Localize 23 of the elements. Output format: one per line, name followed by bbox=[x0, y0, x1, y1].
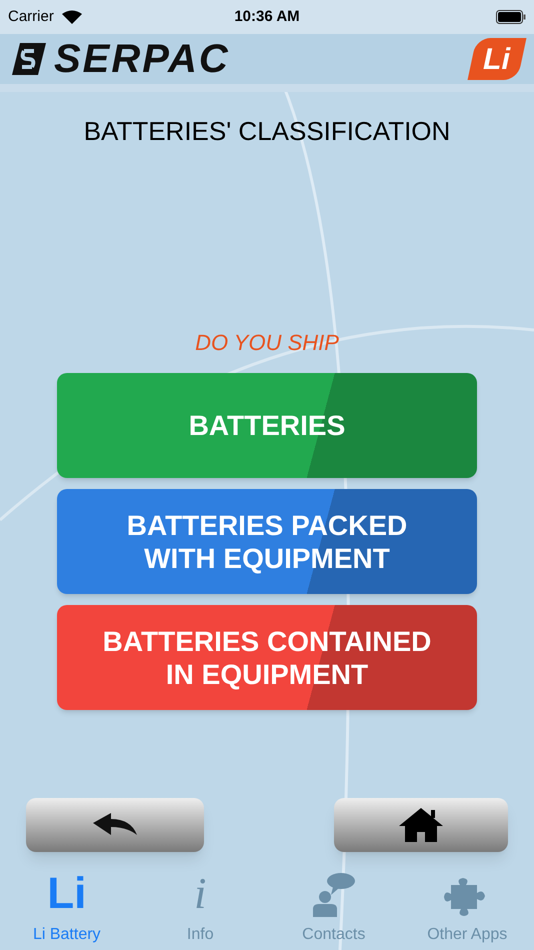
home-button[interactable] bbox=[334, 798, 508, 852]
li-badge: Li bbox=[468, 38, 526, 80]
category-button[interactable]: BATTERIES bbox=[57, 373, 477, 478]
tab-glyph-icon: i bbox=[194, 871, 206, 917]
home-icon bbox=[399, 808, 443, 842]
person-speech-icon bbox=[310, 871, 357, 917]
tab-item[interactable]: Other Apps bbox=[400, 870, 534, 950]
back-button[interactable] bbox=[26, 798, 204, 852]
tab-item[interactable]: Contacts bbox=[267, 870, 400, 950]
page-title: BATTERIES' CLASSIFICATION bbox=[82, 115, 452, 148]
question-label: DO YOU SHIP bbox=[194, 329, 340, 357]
battery-icon bbox=[496, 10, 526, 24]
status-time: 10:36 AM bbox=[234, 6, 300, 27]
back-arrow-icon bbox=[93, 813, 137, 837]
category-button[interactable]: BATTERIES PACKED WITH EQUIPMENT bbox=[57, 489, 477, 594]
tab-item[interactable]: i Info bbox=[134, 870, 267, 950]
tab-item[interactable]: Li Li Battery bbox=[0, 870, 134, 950]
wifi-icon bbox=[62, 10, 82, 24]
category-button[interactable]: BATTERIES CONTAINED IN EQUIPMENT bbox=[57, 605, 477, 710]
tab-glyph-icon: Li bbox=[47, 871, 86, 917]
carrier-label: Carrier bbox=[8, 6, 54, 27]
serpac-logo: SERPAC bbox=[54, 37, 230, 81]
logo-icon bbox=[12, 43, 46, 75]
